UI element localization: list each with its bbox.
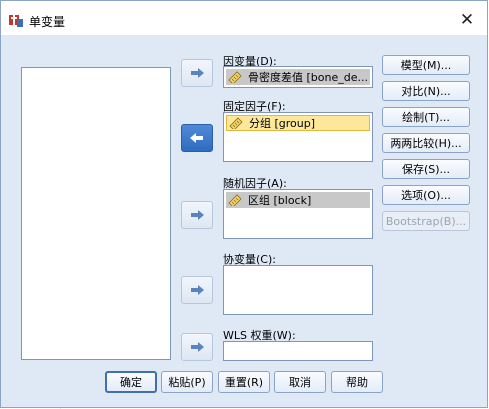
close-icon: ✕ bbox=[459, 10, 475, 30]
scale-ruler-icon bbox=[228, 71, 242, 83]
ok-button[interactable]: 确定 bbox=[105, 371, 157, 393]
univariate-dialog: 单变量 ✕ 因变量(D): 骨密度差值 [bone_de... 固定因子(F):… bbox=[0, 0, 488, 408]
fixed-factor-text: 分组 [group] bbox=[249, 117, 316, 130]
scale-ruler-icon bbox=[229, 117, 243, 129]
move-to-random-factor-button[interactable] bbox=[181, 201, 213, 229]
random-factor-text: 区组 [block] bbox=[248, 194, 312, 207]
contrast-button[interactable]: 对比(N)... bbox=[382, 81, 470, 101]
model-button[interactable]: 模型(M)... bbox=[382, 55, 470, 75]
move-arrow-icon bbox=[191, 210, 204, 220]
spss-dialog-icon bbox=[9, 15, 23, 27]
move-to-fixed-factor-button[interactable] bbox=[181, 124, 213, 152]
move-back-arrow-icon bbox=[190, 133, 203, 143]
random-factor-item[interactable]: 区组 [block] bbox=[226, 192, 370, 208]
scale-ruler-icon bbox=[228, 194, 242, 206]
random-factor-list[interactable]: 区组 [block] bbox=[223, 189, 373, 239]
dependent-field[interactable]: 骨密度差值 [bone_de... bbox=[223, 66, 373, 88]
wls-weight-field[interactable] bbox=[223, 341, 373, 361]
move-arrow-icon bbox=[191, 342, 204, 352]
close-button[interactable]: ✕ bbox=[455, 10, 479, 30]
reset-button[interactable]: 重置(R) bbox=[218, 371, 270, 393]
fixed-factor-item[interactable]: 分组 [group] bbox=[226, 115, 370, 131]
fixed-factor-list[interactable]: 分组 [group] bbox=[223, 112, 373, 162]
covariate-list[interactable] bbox=[223, 265, 373, 315]
cancel-button[interactable]: 取消 bbox=[274, 371, 326, 393]
post-hoc-button[interactable]: 两两比较(H)... bbox=[382, 133, 470, 153]
help-button[interactable]: 帮助 bbox=[331, 371, 383, 393]
dependent-variable-text: 骨密度差值 [bone_de... bbox=[248, 71, 368, 84]
move-to-dependent-button[interactable] bbox=[181, 59, 213, 87]
bootstrap-button[interactable]: Bootstrap(B)... bbox=[382, 211, 470, 231]
window-title: 单变量 bbox=[29, 15, 66, 29]
options-button[interactable]: 选项(O)... bbox=[382, 185, 470, 205]
save-button[interactable]: 保存(S)... bbox=[382, 159, 470, 179]
move-to-wls-button[interactable] bbox=[181, 333, 213, 361]
move-arrow-icon bbox=[191, 285, 204, 295]
paste-button[interactable]: 粘贴(P) bbox=[161, 371, 213, 393]
plots-button[interactable]: 绘制(T)... bbox=[382, 107, 470, 127]
move-to-covariate-button[interactable] bbox=[181, 276, 213, 304]
move-arrow-icon bbox=[191, 68, 204, 78]
source-variable-list[interactable] bbox=[21, 67, 171, 360]
dependent-variable-item[interactable]: 骨密度差值 [bone_de... bbox=[226, 69, 370, 85]
title-bar: 单变量 ✕ bbox=[1, 1, 487, 35]
